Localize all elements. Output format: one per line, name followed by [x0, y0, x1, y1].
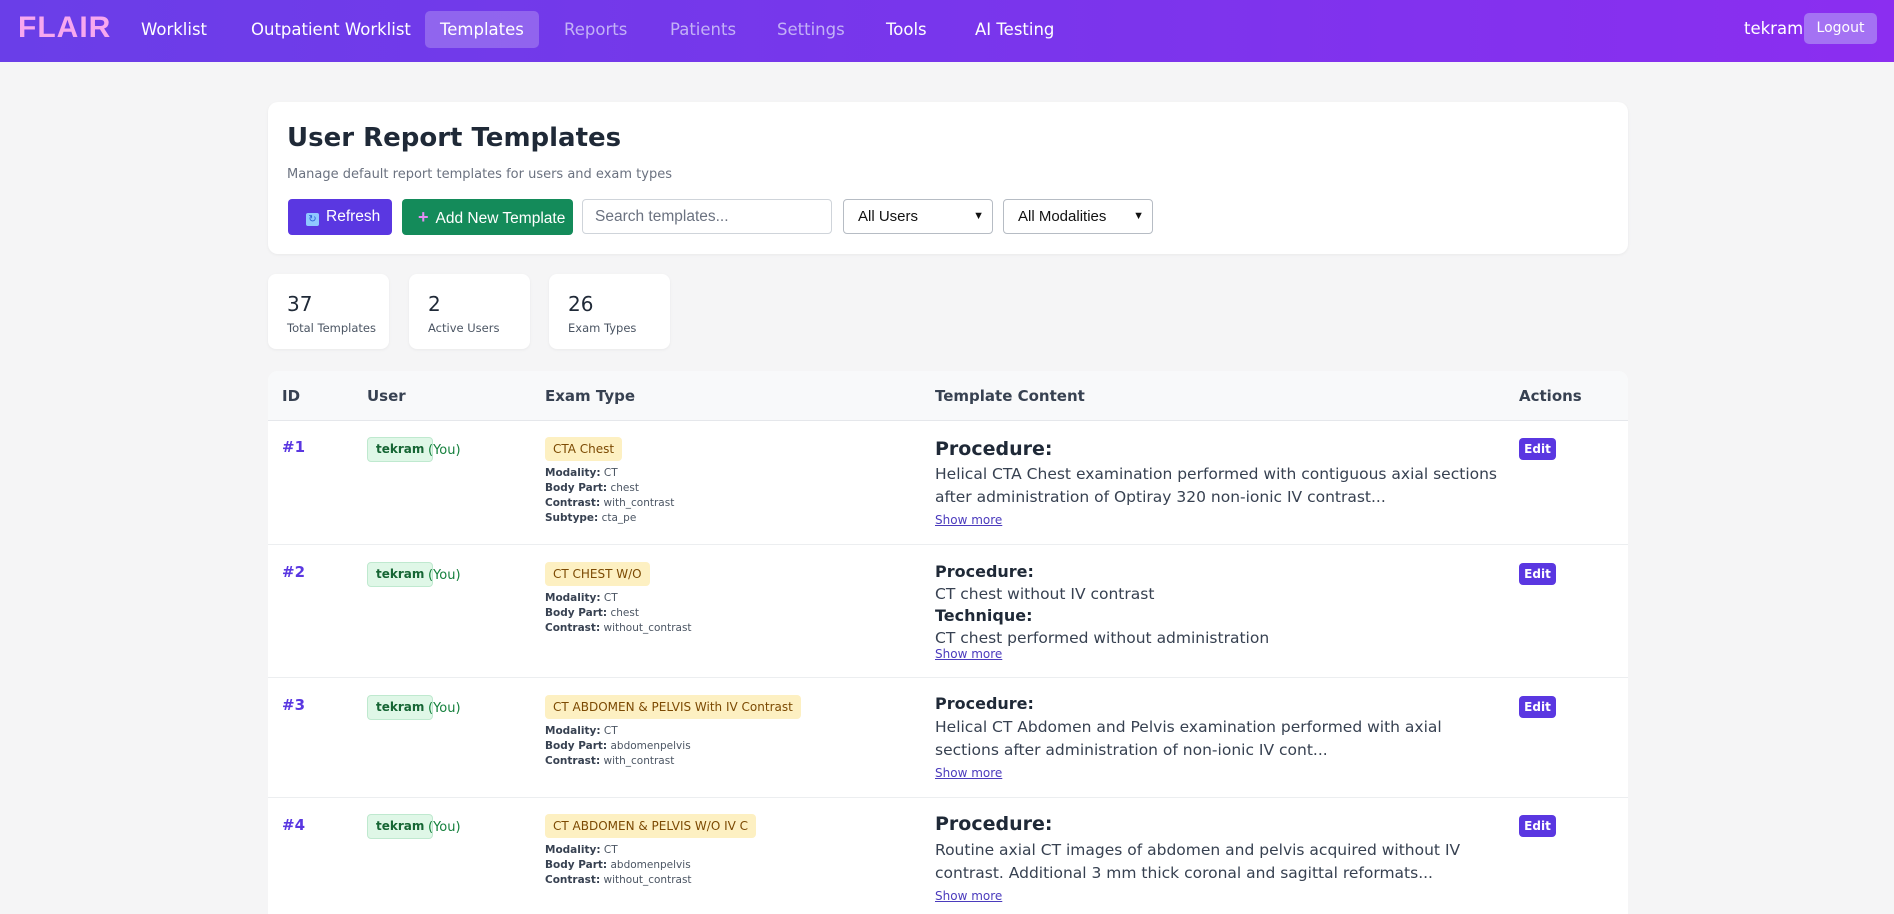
exam-meta: Modality: CT Body Part: abdomenpelvis Co…: [545, 725, 691, 767]
nav-templates[interactable]: Templates: [425, 11, 539, 48]
exam-type-badge: CT CHEST W/O: [545, 562, 650, 586]
logout-button[interactable]: Logout: [1804, 13, 1877, 44]
top-nav: FLAIR Worklist Outpatient Worklist Templ…: [0, 0, 1894, 62]
user-filter-select[interactable]: All Users ▼: [843, 199, 993, 234]
templates-table: ID User Exam Type Template Content Actio…: [268, 371, 1628, 914]
add-template-label: Add New Template: [435, 210, 566, 227]
edit-button[interactable]: Edit: [1519, 815, 1556, 837]
technique-heading: Technique:: [935, 606, 1033, 625]
stat-value: 26: [568, 292, 594, 316]
modality-filter-value: All Modalities: [1018, 208, 1107, 225]
page-subtitle: Manage default report templates for user…: [287, 167, 672, 182]
template-content-preview: Procedure: CT chest without IV contrast …: [935, 561, 1505, 647]
procedure-heading: Procedure:: [935, 562, 1034, 581]
row-id[interactable]: #3: [282, 696, 305, 714]
stat-label: Exam Types: [568, 321, 637, 335]
stat-label: Active Users: [428, 321, 500, 335]
technique-text: CT chest performed without administratio…: [935, 629, 1270, 647]
exam-type-badge: CTA Chest: [545, 437, 623, 461]
exam-type-badge: CT ABDOMEN & PELVIS With IV Contrast: [545, 695, 801, 719]
col-template-content: Template Content: [935, 387, 1085, 405]
procedure-text: Helical CTA Chest examination performed …: [935, 465, 1498, 506]
edit-button[interactable]: Edit: [1519, 696, 1556, 718]
exam-meta: Modality: CT Body Part: abdomenpelvis Co…: [545, 844, 692, 886]
nav-ai-testing[interactable]: AI Testing: [960, 11, 1069, 48]
user-badge: tekram: [367, 814, 434, 839]
nav-reports[interactable]: Reports: [549, 11, 642, 48]
table-row: #2 tekram (You) CT CHEST W/O Modality: C…: [268, 545, 1628, 678]
procedure-text: CT chest without IV contrast: [935, 585, 1155, 603]
chevron-down-icon: ▼: [973, 210, 984, 222]
current-username: tekram: [1744, 19, 1804, 38]
show-more-link[interactable]: Show more: [935, 513, 1002, 527]
user-badge: tekram: [367, 437, 434, 462]
row-id[interactable]: #2: [282, 563, 305, 581]
nav-patients[interactable]: Patients: [655, 11, 751, 48]
refresh-label: Refresh: [326, 208, 381, 225]
table-header: ID User Exam Type Template Content Actio…: [268, 371, 1628, 421]
nav-worklist[interactable]: Worklist: [126, 11, 222, 48]
table-row: #4 tekram (You) CT ABDOMEN & PELVIS W/O …: [268, 798, 1628, 914]
chevron-down-icon: ▼: [1133, 210, 1144, 222]
you-label: (You): [428, 820, 461, 835]
edit-button[interactable]: Edit: [1519, 563, 1556, 585]
procedure-text: Helical CT Abdomen and Pelvis examinatio…: [935, 718, 1442, 759]
show-more-link[interactable]: Show more: [935, 889, 1002, 903]
procedure-heading: Procedure:: [935, 438, 1053, 460]
stat-label: Total Templates: [287, 321, 376, 335]
row-id[interactable]: #1: [282, 438, 305, 456]
exam-meta: Modality: CT Body Part: chest Contrast: …: [545, 467, 675, 524]
refresh-button[interactable]: ↻ Refresh: [288, 199, 392, 235]
table-row: #3 tekram (You) CT ABDOMEN & PELVIS With…: [268, 678, 1628, 798]
page-title: User Report Templates: [287, 123, 622, 153]
edit-button[interactable]: Edit: [1519, 438, 1556, 460]
procedure-heading: Procedure:: [935, 813, 1053, 835]
stat-value: 37: [287, 292, 313, 316]
nav-settings[interactable]: Settings: [762, 11, 860, 48]
exam-meta: Modality: CT Body Part: chest Contrast: …: [545, 592, 692, 634]
stat-active-users: 2 Active Users: [409, 274, 530, 349]
user-badge: tekram: [367, 695, 434, 720]
add-template-button[interactable]: + Add New Template: [402, 199, 573, 235]
plus-icon: +: [418, 207, 429, 227]
stat-total-templates: 37 Total Templates: [268, 274, 389, 349]
user-filter-value: All Users: [858, 208, 919, 225]
procedure-heading: Procedure:: [935, 694, 1034, 713]
procedure-text: Routine axial CT images of abdomen and p…: [935, 841, 1461, 882]
stat-exam-types: 26 Exam Types: [549, 274, 670, 349]
col-exam-type: Exam Type: [545, 387, 636, 405]
header-card: User Report Templates Manage default rep…: [268, 102, 1628, 254]
you-label: (You): [428, 701, 461, 716]
refresh-icon: ↻: [306, 213, 319, 226]
col-actions: Actions: [1519, 387, 1582, 405]
show-more-link[interactable]: Show more: [935, 766, 1002, 780]
col-user: User: [367, 387, 406, 405]
show-more-link[interactable]: Show more: [935, 647, 1002, 661]
you-label: (You): [428, 568, 461, 583]
nav-outpatient-worklist[interactable]: Outpatient Worklist: [236, 11, 426, 48]
table-row: #1 tekram (You) CTA Chest Modality: CT B…: [268, 421, 1628, 545]
you-label: (You): [428, 443, 461, 458]
user-badge: tekram: [367, 562, 434, 587]
row-id[interactable]: #4: [282, 816, 305, 834]
app-logo[interactable]: FLAIR: [18, 11, 111, 45]
modality-filter-select[interactable]: All Modalities ▼: [1003, 199, 1153, 234]
search-input[interactable]: [582, 199, 832, 234]
stat-value: 2: [428, 292, 441, 316]
exam-type-badge: CT ABDOMEN & PELVIS W/O IV C: [545, 814, 757, 838]
col-id: ID: [282, 387, 301, 405]
nav-tools[interactable]: Tools: [871, 11, 942, 48]
